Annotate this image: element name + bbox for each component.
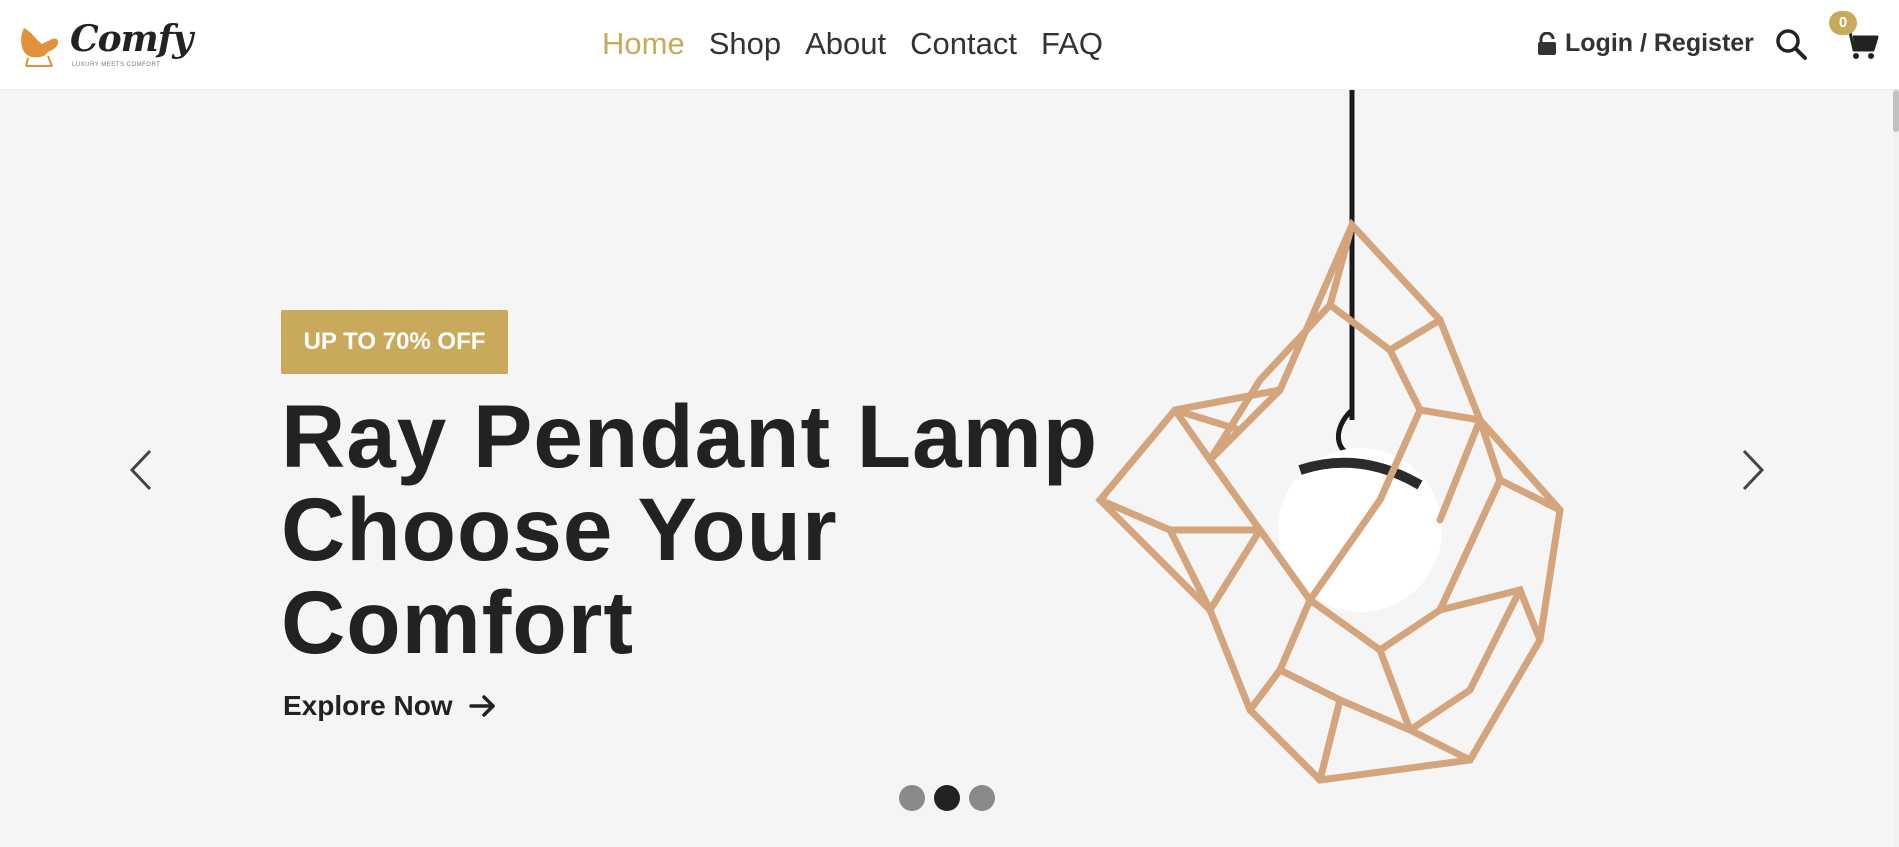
nav-home[interactable]: Home bbox=[602, 26, 685, 62]
brand-logo[interactable]: Comfy LUXURY MEETS COMFORT bbox=[18, 18, 193, 72]
search-icon[interactable] bbox=[1773, 26, 1809, 62]
chevron-right-icon[interactable] bbox=[1738, 448, 1768, 492]
explore-now-label: Explore Now bbox=[283, 690, 453, 721]
hero-title-line-1: Ray Pendant Lamp bbox=[281, 386, 1099, 486]
slider-pagination bbox=[899, 785, 995, 811]
nav-shop[interactable]: Shop bbox=[709, 26, 781, 62]
lock-icon bbox=[1538, 31, 1556, 55]
cart-count-badge: 0 bbox=[1829, 11, 1857, 35]
nav-faq[interactable]: FAQ bbox=[1041, 26, 1103, 62]
hero-title: Ray Pendant Lamp Choose Your Comfort bbox=[281, 390, 1141, 669]
slide-dot-3[interactable] bbox=[969, 785, 995, 811]
brand-name: Comfy bbox=[70, 18, 193, 60]
pendant-lamp-image bbox=[1095, 90, 1564, 784]
discount-badge: UP TO 70% OFF bbox=[281, 310, 508, 374]
site-header: Comfy LUXURY MEETS COMFORT Home Shop Abo… bbox=[0, 0, 1899, 90]
explore-now-button[interactable]: Explore Now bbox=[283, 690, 497, 722]
nav-about[interactable]: About bbox=[805, 26, 886, 62]
hero-slider: UP TO 70% OFF Ray Pendant Lamp Choose Yo… bbox=[0, 90, 1893, 847]
slide-dot-1[interactable] bbox=[899, 785, 925, 811]
chevron-left-icon[interactable] bbox=[126, 448, 156, 492]
nav-contact[interactable]: Contact bbox=[910, 26, 1017, 62]
scrollbar-thumb[interactable] bbox=[1893, 90, 1899, 132]
chair-logo-icon bbox=[21, 28, 58, 67]
arrow-right-icon bbox=[468, 695, 495, 717]
login-label: Login / Register bbox=[1565, 29, 1754, 57]
slide-dot-2[interactable] bbox=[934, 785, 960, 811]
hero-title-line-3: Comfort bbox=[281, 572, 635, 672]
main-nav: Home Shop About Contact FAQ bbox=[602, 26, 1127, 62]
brand-tagline: LUXURY MEETS COMFORT bbox=[72, 62, 161, 68]
login-register-link[interactable]: Login / Register bbox=[1537, 29, 1754, 58]
hero-title-line-2: Choose Your bbox=[281, 479, 838, 579]
